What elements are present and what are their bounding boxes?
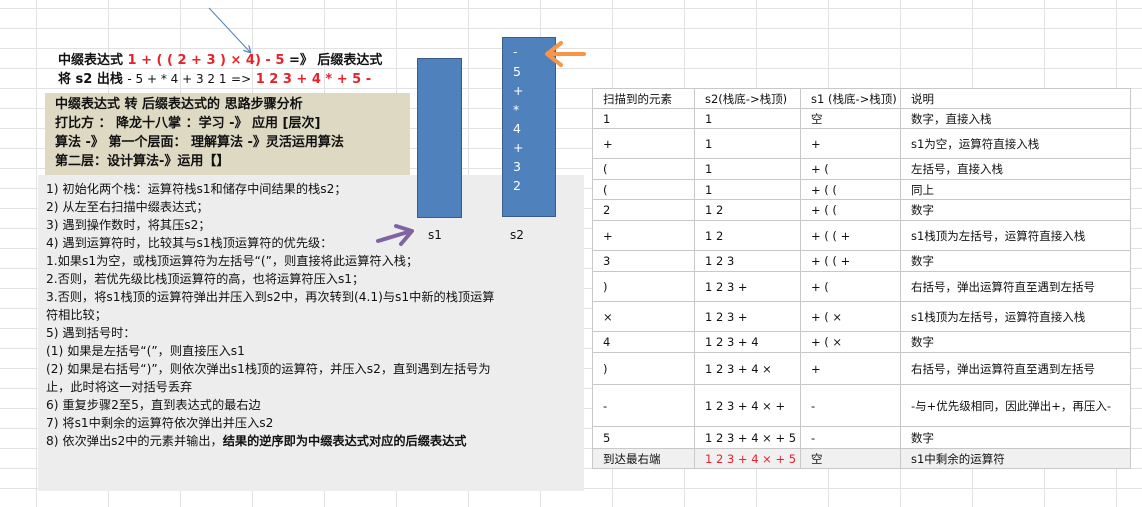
table-cell: + ( (	[800, 179, 901, 200]
table-cell: 右括号，弹出运算符直至遇到左括号	[900, 271, 1131, 302]
table-cell: 1 2 3 + 4 × + 5	[694, 426, 801, 449]
purple-arrow	[376, 224, 414, 246]
table-cell: 1 2	[694, 220, 801, 251]
table-cell: s1为空，运算符直接入栈	[900, 128, 1131, 159]
table-cell: s1中剩余的运算符	[900, 448, 1131, 469]
table-cell: 数字	[900, 426, 1131, 449]
table-cell: 1	[694, 128, 801, 159]
table-row: 1 1 空 数字，直接入栈	[592, 108, 1131, 129]
table-row: 5 1 2 3 + 4 × + 5 - 数字	[592, 426, 1131, 449]
table-cell: -	[800, 384, 901, 427]
table-row-final: 到达最右端 1 2 3 + 4 × + 5 - 空 s1中剩余的运算符	[592, 448, 1131, 469]
table-cell: 右括号，弹出运算符直至遇到左括号	[900, 352, 1131, 385]
table-cell: -	[592, 384, 695, 427]
table-cell: + ( (	[800, 199, 901, 221]
table-cell: 数字，直接入栈	[900, 108, 1131, 129]
table-cell: -	[800, 426, 901, 449]
orange-arrow	[545, 41, 586, 67]
table-cell: 1 2 3 + 4	[694, 331, 801, 353]
table-row: - 1 2 3 + 4 × + - -与+优先级相同，因此弹出+，再压入-	[592, 384, 1131, 427]
table-cell: + (	[800, 271, 901, 302]
table-cell: 1 2 3 +	[694, 301, 801, 332]
table-cell: 1	[694, 158, 801, 180]
table-cell: 到达最右端	[592, 448, 695, 469]
table-cell: 1	[694, 108, 801, 129]
table-cell: + ( ( +	[800, 250, 901, 272]
table-cell: 数字	[900, 199, 1131, 221]
table-cell: s1栈顶为左括号，运算符直接入栈	[900, 301, 1131, 332]
table-cell: -与+优先级相同，因此弹出+，再压入-	[900, 384, 1131, 427]
table-cell: +	[592, 220, 695, 251]
table-header-row: 扫描到的元素 s2(栈底->栈顶) s1 (栈底->栈顶) 说明	[592, 88, 1131, 109]
table-row: 2 1 2 + ( ( 数字	[592, 199, 1131, 221]
table-cell: 数字	[900, 250, 1131, 272]
table-cell: ×	[592, 301, 695, 332]
table-row: ) 1 2 3 + + ( 右括号，弹出运算符直至遇到左括号	[592, 271, 1131, 302]
table-cell: +	[800, 352, 901, 385]
table-cell: +	[592, 128, 695, 159]
table-cell: 1	[592, 108, 695, 129]
table-row: ) 1 2 3 + 4 × + 右括号，弹出运算符直至遇到左括号	[592, 352, 1131, 385]
table-cell: (	[592, 158, 695, 180]
blue-pointer-arrow	[208, 7, 250, 52]
table-cell: 2	[592, 199, 695, 221]
table-cell: 3	[592, 250, 695, 272]
table-cell: 4	[592, 331, 695, 353]
table-cell: 左括号，直接入栈	[900, 158, 1131, 180]
table-cell: + (	[800, 158, 901, 180]
conversion-steps-table: 扫描到的元素 s2(栈底->栈顶) s1 (栈底->栈顶) 说明 1 1 空 数…	[592, 88, 1131, 469]
table-cell: +	[800, 128, 901, 159]
table-cell: 1 2 3	[694, 250, 801, 272]
table-row: 4 1 2 3 + 4 + ( × 数字	[592, 331, 1131, 353]
table-cell: 1	[694, 179, 801, 200]
table-cell: 5	[592, 426, 695, 449]
table-cell: )	[592, 352, 695, 385]
table-cell: s1栈顶为左括号，运算符直接入栈	[900, 220, 1131, 251]
table-cell: (	[592, 179, 695, 200]
table-header-cell: s2(栈底->栈顶)	[694, 88, 801, 109]
table-row: × 1 2 3 + + ( × s1栈顶为左括号，运算符直接入栈	[592, 301, 1131, 332]
table-cell-result: 1 2 3 + 4 × + 5 -	[694, 448, 801, 469]
table-row: ( 1 + ( ( 同上	[592, 179, 1131, 200]
table-cell: 空	[800, 448, 901, 469]
table-row: + 1 2 + ( ( + s1栈顶为左括号，运算符直接入栈	[592, 220, 1131, 251]
table-cell: )	[592, 271, 695, 302]
table-cell: 空	[800, 108, 901, 129]
table-cell: + ( ×	[800, 331, 901, 353]
table-header-cell: 说明	[900, 88, 1131, 109]
table-cell: + ( ×	[800, 301, 901, 332]
table-cell: 数字	[900, 331, 1131, 353]
table-cell: 1 2	[694, 199, 801, 221]
table-cell: 同上	[900, 179, 1131, 200]
table-cell: + ( ( +	[800, 220, 901, 251]
table-header-cell: s1 (栈底->栈顶)	[800, 88, 901, 109]
table-cell: 1 2 3 +	[694, 271, 801, 302]
table-row: ( 1 + ( 左括号，直接入栈	[592, 158, 1131, 180]
table-row: 3 1 2 3 + ( ( + 数字	[592, 250, 1131, 272]
table-cell: 1 2 3 + 4 ×	[694, 352, 801, 385]
table-header-cell: 扫描到的元素	[592, 88, 695, 109]
table-cell: 1 2 3 + 4 × +	[694, 384, 801, 427]
table-row: + 1 + s1为空，运算符直接入栈	[592, 128, 1131, 159]
